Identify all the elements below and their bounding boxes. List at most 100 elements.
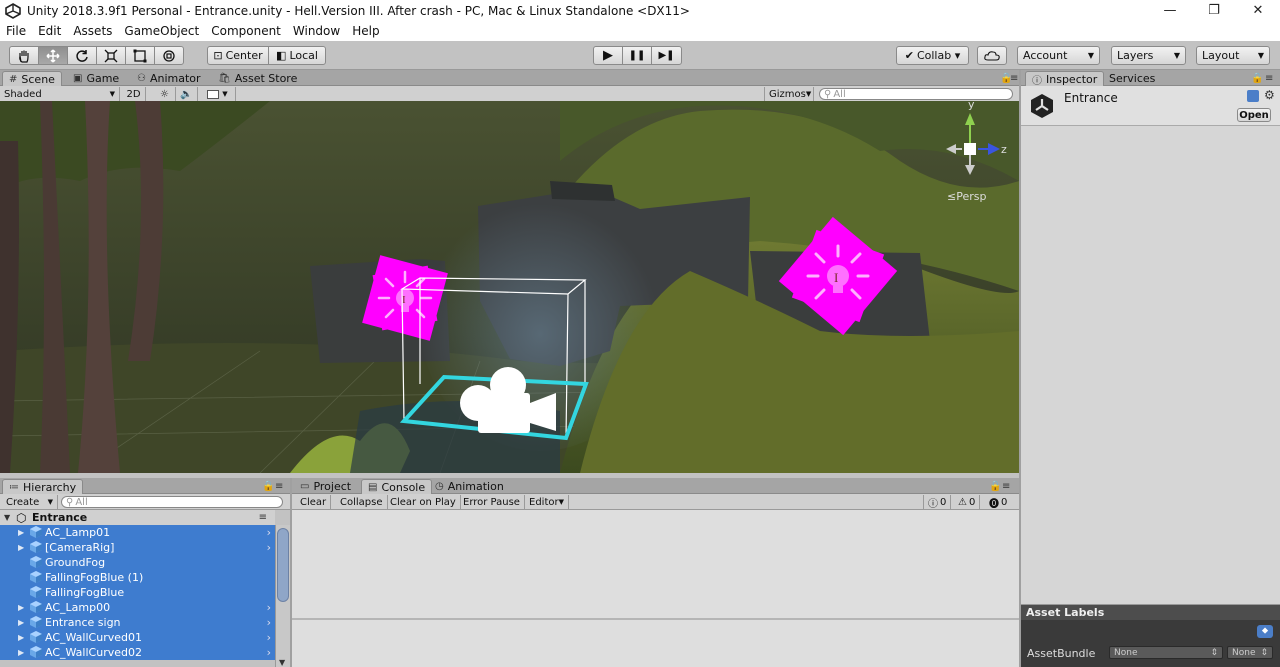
console-clear-on-play-button[interactable]: Clear on Play [386, 495, 461, 509]
hierarchy-item[interactable]: ▶ AC_Lamp01 › [0, 525, 275, 540]
tab-services[interactable]: Services [1103, 71, 1161, 86]
minimize-button[interactable]: — [1148, 0, 1192, 21]
warning-icon: ⚠ [958, 496, 967, 508]
hierarchy-create-dropdown[interactable]: Create ▼ [2, 495, 58, 509]
tab-inspector[interactable]: ⓘ Inspector [1025, 71, 1105, 87]
hierarchy-item[interactable]: ▶ [CameraRig] › [0, 540, 275, 555]
tab-asset-store[interactable]: 🛍 Asset Store [212, 71, 303, 86]
shading-mode-dropdown[interactable]: Shaded ▼ [0, 87, 120, 101]
tab-hierarchy[interactable]: ≔ Hierarchy [2, 479, 84, 494]
chevron-right-icon[interactable]: › [267, 616, 271, 629]
settings-gear-icon[interactable]: ⚙ [1264, 88, 1275, 102]
scene-search-input[interactable]: ⚲ All [819, 88, 1013, 100]
hierarchy-item[interactable]: ▶ Entrance sign › [0, 615, 275, 630]
tab-animator[interactable]: ⚇ Animator [131, 71, 207, 86]
hierarchy-item[interactable]: FallingFogBlue [0, 585, 275, 600]
menu-component[interactable]: Component [205, 24, 287, 38]
menu-assets[interactable]: Assets [67, 24, 118, 38]
pivot-space-toggle[interactable]: ◧ Local [268, 46, 326, 65]
lock-icon[interactable]: 🔒 [989, 481, 1001, 492]
console-info-count[interactable]: ⓘ 0 [923, 495, 952, 510]
chevron-right-icon[interactable]: › [267, 646, 271, 659]
menu-window[interactable]: Window [287, 24, 346, 38]
panel-menu-icon[interactable]: ≡ [275, 481, 283, 492]
scrollbar-thumb[interactable] [277, 528, 289, 602]
asset-labels-header[interactable]: Asset Labels [1021, 604, 1280, 620]
lock-icon[interactable]: 🔒 [262, 481, 274, 492]
menu-gameobject[interactable]: GameObject [118, 24, 205, 38]
chevron-right-icon[interactable]: › [267, 541, 271, 554]
expand-arrow-icon[interactable]: ▶ [18, 633, 24, 642]
collapse-arrow-icon[interactable]: ▼ [4, 513, 10, 522]
cloud-button[interactable] [977, 46, 1007, 65]
menu-edit[interactable]: Edit [32, 24, 67, 38]
rect-tool-button[interactable] [125, 46, 155, 65]
menu-file[interactable]: File [0, 24, 32, 38]
asset-bundle-variant-dropdown[interactable]: None ⇕ [1227, 646, 1273, 659]
panel-splitter-vertical[interactable] [290, 478, 292, 667]
expand-arrow-icon[interactable]: ▶ [18, 648, 24, 657]
close-button[interactable]: ✕ [1236, 0, 1280, 21]
step-button[interactable]: ▶❚ [651, 46, 682, 65]
perspective-label[interactable]: ≤Persp [947, 190, 986, 203]
panel-menu-icon[interactable]: ≡ [1010, 73, 1018, 84]
asset-bundle-dropdown[interactable]: None ⇕ [1109, 646, 1223, 659]
pivot-center-toggle[interactable]: ⊡ Center [207, 46, 269, 65]
tag-label-icon[interactable]: ⬥ [1257, 625, 1273, 638]
chevron-right-icon[interactable]: › [267, 601, 271, 614]
console-collapse-button[interactable]: Collapse [336, 495, 388, 509]
console-splitter[interactable] [292, 618, 1019, 620]
chevron-right-icon[interactable]: › [267, 631, 271, 644]
hierarchy-scene-root[interactable]: ▼ ⬡ Entrance ≡ [0, 510, 275, 525]
tab-scene[interactable]: # Scene [2, 71, 62, 86]
tab-project[interactable]: ▭ Project [294, 479, 357, 494]
scene-effects-dropdown[interactable]: ▼ [200, 87, 236, 101]
scroll-down-icon[interactable]: ▼ [279, 658, 285, 667]
console-log-area[interactable] [292, 510, 1019, 667]
help-book-icon[interactable] [1247, 90, 1259, 102]
collab-dropdown[interactable]: ✔ Collab ▾ [896, 46, 969, 65]
menu-help[interactable]: Help [346, 24, 385, 38]
tab-animation[interactable]: ◷ Animation [429, 479, 510, 494]
gizmos-dropdown[interactable]: Gizmos ▼ [764, 87, 814, 101]
expand-arrow-icon[interactable]: ▶ [18, 603, 24, 612]
rotate-tool-button[interactable] [67, 46, 97, 65]
play-button[interactable]: ▶ [593, 46, 623, 65]
hierarchy-item[interactable]: FallingFogBlue (1) [0, 570, 275, 585]
scene-menu-icon[interactable]: ≡ [259, 512, 267, 523]
panel-menu-icon[interactable]: ≡ [1002, 481, 1010, 492]
move-tool-button[interactable] [38, 46, 68, 65]
chevron-right-icon[interactable]: › [267, 526, 271, 539]
layers-dropdown[interactable]: Layers ▼ [1111, 46, 1186, 65]
scene-audio-toggle[interactable]: 🔈 [176, 87, 198, 101]
tab-console[interactable]: ▤ Console [361, 479, 433, 494]
lock-icon[interactable]: 🔒 [1251, 73, 1263, 84]
console-error-pause-button[interactable]: Error Pause [459, 495, 525, 509]
scene-lighting-toggle[interactable]: ☼ [154, 87, 176, 101]
console-error-count[interactable]: ⓿ 0 [985, 495, 1011, 510]
hierarchy-item[interactable]: ▶ AC_WallCurved01 › [0, 630, 275, 645]
open-button[interactable]: Open [1237, 108, 1271, 122]
account-dropdown[interactable]: Account ▼ [1017, 46, 1100, 65]
layout-dropdown[interactable]: Layout ▼ [1196, 46, 1270, 65]
tab-game[interactable]: ▣ Game [67, 71, 125, 86]
toggle-2d-button[interactable]: 2D [122, 87, 146, 101]
panel-menu-icon[interactable]: ≡ [1265, 73, 1273, 84]
pause-button[interactable]: ❚❚ [622, 46, 652, 65]
hierarchy-item[interactable]: ▶ AC_WallCurved02 › [0, 645, 275, 660]
expand-arrow-icon[interactable]: ▶ [18, 528, 24, 537]
transform-tool-button[interactable] [154, 46, 184, 65]
hierarchy-item[interactable]: ▶ AC_Lamp00 › [0, 600, 275, 615]
maximize-button[interactable]: ❐ [1192, 0, 1236, 21]
hand-tool-button[interactable] [9, 46, 39, 65]
hierarchy-scrollbar[interactable]: ▼ [275, 525, 290, 667]
expand-arrow-icon[interactable]: ▶ [18, 618, 24, 627]
scale-tool-button[interactable] [96, 46, 126, 65]
hierarchy-search-input[interactable]: ⚲ All [61, 496, 283, 508]
expand-arrow-icon[interactable]: ▶ [18, 543, 24, 552]
console-clear-button[interactable]: Clear [296, 495, 332, 509]
hierarchy-item[interactable]: GroundFog [0, 555, 275, 570]
console-warning-count[interactable]: ⚠ 0 [954, 495, 981, 509]
scene-viewport[interactable]: I I y z ≤Persp [0, 101, 1019, 473]
console-editor-dropdown[interactable]: Editor ▼ [525, 495, 569, 509]
